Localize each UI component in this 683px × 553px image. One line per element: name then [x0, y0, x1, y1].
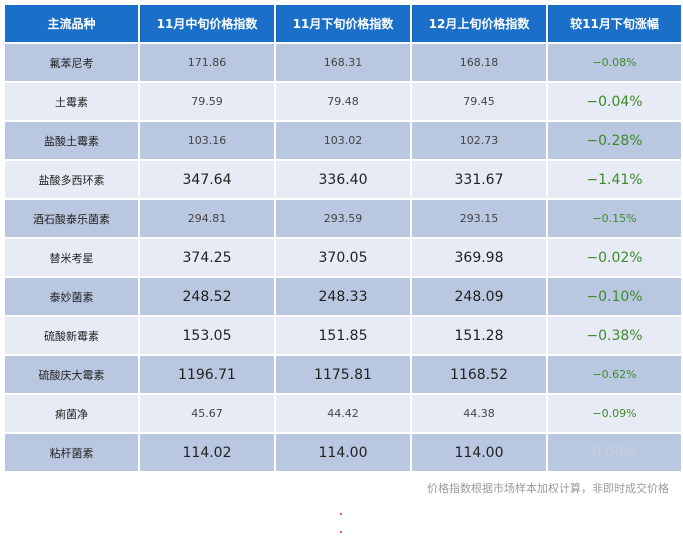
early-dec-index: 331.67	[412, 161, 546, 198]
variety-name: 泰妙菌素	[5, 278, 138, 315]
variety-name: 硫酸新霉素	[5, 317, 138, 354]
decorative-dot	[340, 531, 342, 533]
table-row: 硫酸新霉素 153.05 151.85 151.28 −0.38%	[5, 317, 681, 354]
late-nov-index: 114.00	[276, 434, 410, 471]
variety-name: 土霉素	[5, 83, 138, 120]
mid-nov-index: 153.05	[140, 317, 274, 354]
header-row: 主流品种 11月中旬价格指数 11月下旬价格指数 12月上旬价格指数 较11月下…	[5, 5, 681, 42]
change-value: −0.10%	[548, 278, 681, 315]
table-row: 痢菌净 45.67 44.42 44.38 −0.09%	[5, 395, 681, 432]
change-value: −0.62%	[548, 356, 681, 393]
change-value: −0.02%	[548, 239, 681, 276]
early-dec-index: 168.18	[412, 44, 546, 81]
change-value: −0.04%	[548, 83, 681, 120]
header-early-dec: 12月上旬价格指数	[412, 5, 546, 42]
table-row: 氟苯尼考 171.86 168.31 168.18 −0.08%	[5, 44, 681, 81]
variety-name: 盐酸土霉素	[5, 122, 138, 159]
table-row: 硫酸庆大霉素 1196.71 1175.81 1168.52 −0.62%	[5, 356, 681, 393]
early-dec-index: 248.09	[412, 278, 546, 315]
early-dec-index: 1168.52	[412, 356, 546, 393]
mid-nov-index: 248.52	[140, 278, 274, 315]
late-nov-index: 44.42	[276, 395, 410, 432]
early-dec-index: 293.15	[412, 200, 546, 237]
mid-nov-index: 45.67	[140, 395, 274, 432]
table-row: 土霉素 79.59 79.48 79.45 −0.04%	[5, 83, 681, 120]
variety-name: 酒石酸泰乐菌素	[5, 200, 138, 237]
mid-nov-index: 1196.71	[140, 356, 274, 393]
change-value: −0.38%	[548, 317, 681, 354]
variety-name: 盐酸多西环素	[5, 161, 138, 198]
change-value: −0.15%	[548, 200, 681, 237]
table-row: 盐酸土霉素 103.16 103.02 102.73 −0.28%	[5, 122, 681, 159]
late-nov-index: 79.48	[276, 83, 410, 120]
table-row: 盐酸多西环素 347.64 336.40 331.67 −1.41%	[5, 161, 681, 198]
early-dec-index: 44.38	[412, 395, 546, 432]
price-index-table: 主流品种 11月中旬价格指数 11月下旬价格指数 12月上旬价格指数 较11月下…	[3, 3, 683, 473]
mid-nov-index: 79.59	[140, 83, 274, 120]
table-row: 泰妙菌素 248.52 248.33 248.09 −0.10%	[5, 278, 681, 315]
header-mid-nov: 11月中旬价格指数	[140, 5, 274, 42]
mid-nov-index: 114.02	[140, 434, 274, 471]
header-change: 较11月下旬涨幅	[548, 5, 681, 42]
early-dec-index: 79.45	[412, 83, 546, 120]
early-dec-index: 151.28	[412, 317, 546, 354]
table-row: 粘杆菌素 114.02 114.00 114.00 0.00%	[5, 434, 681, 471]
change-value: −1.41%	[548, 161, 681, 198]
late-nov-index: 168.31	[276, 44, 410, 81]
change-value: 0.00%	[548, 434, 681, 471]
table-row: 酒石酸泰乐菌素 294.81 293.59 293.15 −0.15%	[5, 200, 681, 237]
mid-nov-index: 294.81	[140, 200, 274, 237]
variety-name: 替米考星	[5, 239, 138, 276]
decorative-dot	[340, 513, 342, 515]
mid-nov-index: 171.86	[140, 44, 274, 81]
early-dec-index: 114.00	[412, 434, 546, 471]
header-late-nov: 11月下旬价格指数	[276, 5, 410, 42]
late-nov-index: 293.59	[276, 200, 410, 237]
late-nov-index: 1175.81	[276, 356, 410, 393]
change-value: −0.09%	[548, 395, 681, 432]
early-dec-index: 369.98	[412, 239, 546, 276]
change-value: −0.28%	[548, 122, 681, 159]
header-variety: 主流品种	[5, 5, 138, 42]
late-nov-index: 103.02	[276, 122, 410, 159]
mid-nov-index: 103.16	[140, 122, 274, 159]
late-nov-index: 336.40	[276, 161, 410, 198]
mid-nov-index: 374.25	[140, 239, 274, 276]
variety-name: 痢菌净	[5, 395, 138, 432]
late-nov-index: 248.33	[276, 278, 410, 315]
late-nov-index: 370.05	[276, 239, 410, 276]
late-nov-index: 151.85	[276, 317, 410, 354]
early-dec-index: 102.73	[412, 122, 546, 159]
variety-name: 硫酸庆大霉素	[5, 356, 138, 393]
footnote: 价格指数根据市场样本加权计算，非即时成交价格	[427, 482, 669, 495]
table-row: 替米考星 374.25 370.05 369.98 −0.02%	[5, 239, 681, 276]
mid-nov-index: 347.64	[140, 161, 274, 198]
variety-name: 粘杆菌素	[5, 434, 138, 471]
change-value: −0.08%	[548, 44, 681, 81]
variety-name: 氟苯尼考	[5, 44, 138, 81]
